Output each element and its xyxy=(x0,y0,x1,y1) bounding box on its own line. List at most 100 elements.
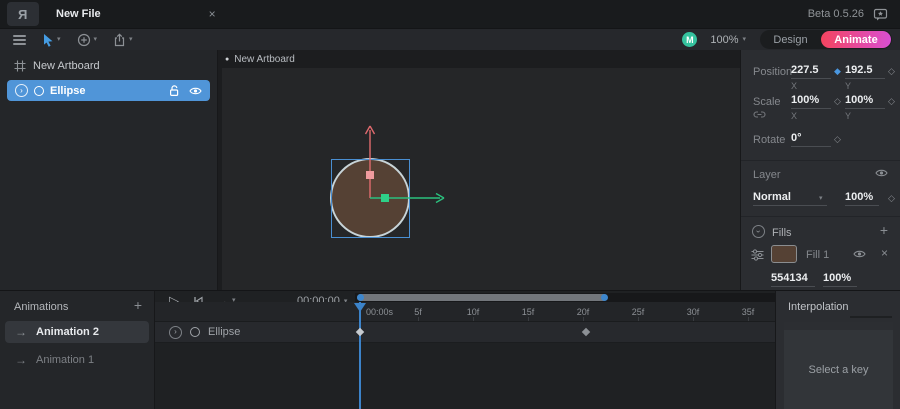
ruler-tick-label: 00:00s xyxy=(366,307,394,317)
playhead-line[interactable] xyxy=(359,302,361,409)
rotate-field[interactable]: 0° xyxy=(791,132,831,147)
layer-opacity-field[interactable]: 100% xyxy=(845,191,879,206)
plus-circle-icon xyxy=(77,33,91,47)
timeline-range-track[interactable] xyxy=(355,293,775,302)
hierarchy-item-artboard[interactable]: New Artboard xyxy=(0,58,217,74)
position-y-field[interactable]: 192.5 xyxy=(845,64,885,79)
file-tab[interactable]: New File × xyxy=(56,0,216,28)
fill-hex-field[interactable]: 554134 xyxy=(771,272,815,287)
ellipse-shape-icon xyxy=(34,85,44,96)
timeline-range-bar[interactable] xyxy=(357,294,607,301)
scrollbar-thumb[interactable] xyxy=(850,316,892,318)
gizmo-y-handle[interactable] xyxy=(366,171,374,179)
ruler-tick-label: 20f xyxy=(576,307,590,317)
remove-fill-icon[interactable]: × xyxy=(881,246,888,260)
export-tool-button[interactable]: ▾ xyxy=(113,32,133,47)
lock-icon[interactable] xyxy=(169,84,180,97)
inspector-panel: Position 227.5 ◆ 192.5 ◇ X Y Scale 100% … xyxy=(740,50,900,290)
fill-eye-icon[interactable] xyxy=(853,249,866,259)
fills-expand-icon[interactable]: › xyxy=(752,225,765,238)
user-avatar[interactable]: M xyxy=(682,32,698,47)
stage-overlay xyxy=(330,125,445,238)
expand-chevron-icon[interactable]: › xyxy=(169,325,182,339)
ruler-tick-label: 30f xyxy=(686,307,700,317)
fill-options-sliders-icon[interactable] xyxy=(751,249,764,261)
animation-item-2[interactable]: → Animation 2 xyxy=(5,321,149,343)
chevron-down-icon[interactable]: ▾ xyxy=(57,36,61,43)
timeline-row-label: Ellipse xyxy=(208,326,241,338)
artboard-icon xyxy=(14,60,26,72)
fill-opacity-field[interactable]: 100% xyxy=(823,272,857,287)
scale-y-field[interactable]: 100% xyxy=(845,94,885,109)
chevron-down-icon[interactable]: ▾ xyxy=(129,36,133,43)
scale-label: Scale xyxy=(753,96,781,108)
animations-header: Animations xyxy=(14,301,69,313)
rive-editor-app: R New File × Beta 0.5.26 ▾ ▾ ▾ M 100% ▾ … xyxy=(0,0,900,409)
hierarchy-panel: New Artboard › Ellipse xyxy=(0,50,218,290)
interpolation-panel: Interpolation Select a key xyxy=(775,290,900,409)
add-animation-icon[interactable]: + xyxy=(134,298,142,312)
titlebar: R New File × Beta 0.5.26 xyxy=(0,0,900,28)
feedback-icon[interactable] xyxy=(873,8,888,21)
animation-item-label: Animation 1 xyxy=(36,354,95,366)
position-x-axis-label: X xyxy=(791,81,798,91)
ellipse-shape-icon xyxy=(190,327,200,337)
animation-item-1[interactable]: → Animation 1 xyxy=(5,349,149,371)
scale-y-keyframe-icon[interactable]: ◇ xyxy=(888,96,895,107)
scale-x-axis-label: X xyxy=(791,111,798,121)
export-icon xyxy=(113,32,126,47)
cursor-icon xyxy=(42,33,54,47)
canvas-stage[interactable]: ● New Artboard xyxy=(218,50,740,290)
design-mode-button[interactable]: Design xyxy=(760,34,821,46)
rotate-keyframe-icon[interactable]: ◇ xyxy=(834,134,841,145)
chevron-down-icon[interactable]: ▾ xyxy=(819,194,823,202)
menu-icon[interactable] xyxy=(13,34,26,45)
timeline-panel: ▷ → ▾ 00:00:00 ▾ 00:00s 5f 10f 15f 20f 2… xyxy=(155,290,775,409)
ellipse-item-label: Ellipse xyxy=(50,84,86,97)
position-x-field[interactable]: 227.5 xyxy=(791,64,831,79)
toolbar: ▾ ▾ ▾ M 100% ▾ Design Animate xyxy=(0,28,900,50)
expand-chevron-icon[interactable]: › xyxy=(15,84,28,97)
scale-x-keyframe-icon[interactable]: ◇ xyxy=(834,96,841,107)
hierarchy-item-ellipse[interactable]: › Ellipse xyxy=(7,80,210,101)
ruler-tick-label: 10f xyxy=(466,307,480,317)
layer-opacity-keyframe-icon[interactable]: ◇ xyxy=(888,193,895,204)
titlebar-right: Beta 0.5.26 xyxy=(808,8,900,21)
add-fill-icon[interactable]: + xyxy=(880,223,888,237)
playhead-handle[interactable] xyxy=(354,303,366,312)
timeline-ruler[interactable]: 00:00s 5f 10f 15f 20f 25f 30f 35f xyxy=(155,302,775,322)
scale-link-icon[interactable] xyxy=(753,110,766,119)
fill-color-swatch[interactable] xyxy=(771,245,797,263)
position-x-keyframe-icon[interactable]: ◆ xyxy=(834,66,841,77)
position-y-keyframe-icon[interactable]: ◇ xyxy=(888,66,895,77)
beta-version-label: Beta 0.5.26 xyxy=(807,8,864,20)
layer-eye-icon[interactable] xyxy=(875,168,888,178)
scale-x-field[interactable]: 100% xyxy=(791,94,831,109)
range-start-handle[interactable] xyxy=(357,294,364,301)
select-tool-button[interactable]: ▾ xyxy=(42,33,61,47)
timeline-row-ellipse[interactable]: › Ellipse xyxy=(155,322,775,343)
rive-logo[interactable]: R xyxy=(7,2,39,26)
mode-toggle: Design Animate xyxy=(760,30,892,49)
zoom-level-control[interactable]: 100% ▾ xyxy=(710,34,746,46)
blend-mode-dropdown[interactable]: Normal xyxy=(753,191,827,206)
layer-label: Layer xyxy=(753,169,781,181)
ruler-tick-label: 35f xyxy=(741,307,755,317)
rive-logo-glyph: R xyxy=(18,6,28,22)
scale-y-axis-label: Y xyxy=(845,111,852,121)
visibility-eye-icon[interactable] xyxy=(189,86,202,96)
toolbar-right: M 100% ▾ Design Animate xyxy=(682,30,900,49)
gizmo-x-handle[interactable] xyxy=(381,194,389,202)
interpolation-header: Interpolation xyxy=(788,301,849,313)
zoom-level-value: 100% xyxy=(710,33,739,46)
chevron-down-icon[interactable]: ▾ xyxy=(94,36,98,43)
animation-item-label: Animation 2 xyxy=(36,326,99,338)
create-tool-button[interactable]: ▾ xyxy=(77,33,98,47)
range-end-handle[interactable] xyxy=(601,294,608,301)
animation-arrow-icon: → xyxy=(15,325,27,339)
animate-mode-button[interactable]: Animate xyxy=(821,31,891,48)
close-icon[interactable]: × xyxy=(209,7,216,21)
position-label: Position xyxy=(753,66,793,78)
animations-panel: Animations + → Animation 2 → Animation 1 xyxy=(0,290,155,409)
ruler-tick-label: 25f xyxy=(631,307,645,317)
